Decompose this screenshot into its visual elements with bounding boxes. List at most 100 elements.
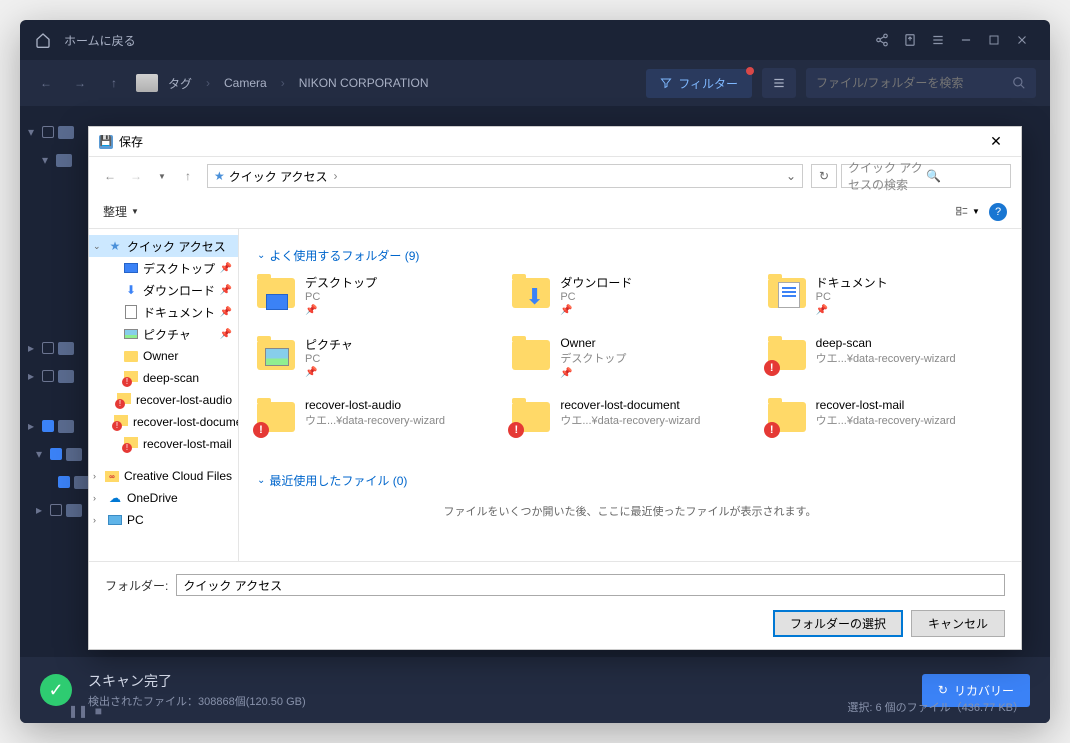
minimize-icon[interactable] (952, 26, 980, 54)
close-icon[interactable] (1008, 26, 1036, 54)
search-input[interactable] (816, 76, 1012, 90)
folder-item[interactable]: !recover-lost-mailウエ...¥data-recovery-wi… (768, 398, 1003, 454)
side-tree: ▾ ▾ ▸ ▸ ▸ ▾ ▸ (20, 106, 90, 657)
cancel-button[interactable]: キャンセル (911, 610, 1005, 637)
filter-indicator-icon (746, 67, 754, 75)
folder-icon: ! (257, 398, 297, 438)
folder-location: ウエ...¥data-recovery-wizard (560, 412, 700, 428)
sidebar-item-label: deep-scan (143, 371, 199, 385)
playback-controls[interactable]: ❚❚ ■ (68, 704, 102, 718)
pin-icon: 📌 (560, 305, 632, 316)
path-tag[interactable]: タグ (168, 75, 192, 92)
dialog-close-button[interactable]: ✕ (981, 133, 1011, 150)
success-icon: ✓ (40, 674, 72, 706)
folder-item[interactable]: デスクトップPC📌 (257, 274, 492, 330)
refresh-button[interactable]: ↻ (811, 164, 837, 188)
tree-checkbox[interactable] (50, 504, 62, 516)
folder-icon: ! (768, 336, 808, 376)
sidebar-item[interactable]: recover-lost-document (89, 411, 238, 433)
folder-icon (58, 342, 74, 355)
up-icon[interactable]: ↑ (177, 165, 199, 187)
sidebar-item[interactable]: ›☁OneDrive (89, 487, 238, 509)
file-search-box[interactable]: クイック アクセスの検索 🔍 (841, 164, 1011, 188)
forward-icon[interactable]: → (125, 165, 147, 187)
sidebar-item[interactable]: deep-scan (89, 367, 238, 389)
view-button[interactable]: ▼ (953, 201, 981, 223)
home-icon[interactable] (34, 31, 52, 49)
folder-item[interactable]: !recover-lost-documentウエ...¥data-recover… (512, 398, 747, 454)
section-recent[interactable]: ⌄最近使用したファイル (0) (257, 472, 1003, 489)
maximize-icon[interactable] (980, 26, 1008, 54)
folder-icon: ⬇ (512, 274, 552, 314)
folder-icon (58, 126, 74, 139)
folder-location: PC (560, 291, 632, 303)
up-icon[interactable]: ↑ (102, 71, 126, 95)
menu-icon[interactable] (924, 26, 952, 54)
pin-icon: 📌 (220, 307, 232, 318)
back-icon[interactable]: ← (99, 165, 121, 187)
sidebar-item[interactable]: ⌄★クイック アクセス (89, 235, 238, 257)
select-folder-button[interactable]: フォルダーの選択 (773, 610, 903, 637)
folder-item[interactable]: ⬇ダウンロードPC📌 (512, 274, 747, 330)
folder-location: PC (305, 291, 377, 303)
search-box[interactable] (806, 68, 1036, 98)
folder-input[interactable] (176, 574, 1005, 596)
sidebar-item-label: PC (127, 513, 144, 527)
folder-item[interactable]: !recover-lost-audioウエ...¥data-recovery-w… (257, 398, 492, 454)
tree-checkbox[interactable] (58, 476, 70, 488)
chevron-down-icon[interactable]: ⌄ (786, 169, 796, 183)
folder-item[interactable]: ドキュメントPC📌 (768, 274, 1003, 330)
filter-button[interactable]: フィルター (646, 69, 752, 98)
folder-name: ドキュメント (816, 274, 888, 291)
back-icon[interactable]: ← (34, 71, 58, 95)
sidebar-item[interactable]: ピクチャ📌 (89, 323, 238, 345)
sidebar-item[interactable]: recover-lost-mail (89, 433, 238, 455)
tree-checkbox[interactable] (42, 370, 54, 382)
sidebar-item[interactable]: ›∞Creative Cloud Files (89, 465, 238, 487)
address-bar[interactable]: ★ クイック アクセス › ⌄ (207, 164, 803, 188)
chevron-right-icon: › (334, 169, 338, 183)
help-button[interactable]: ? (989, 203, 1007, 221)
path-seg2[interactable]: NIKON CORPORATION (299, 76, 429, 90)
folder-icon (768, 274, 808, 314)
section-frequent[interactable]: ⌄よく使用するフォルダー (9) (257, 247, 1003, 264)
sidebar-item[interactable]: recover-lost-audio (89, 389, 238, 411)
sidebar-item-label: ドキュメント (143, 304, 215, 321)
section-recent-label: 最近使用したファイル (0) (269, 472, 407, 489)
folder-item[interactable]: Ownerデスクトップ📌 (512, 336, 747, 392)
sidebar-item[interactable]: ›PC (89, 509, 238, 531)
tree-checkbox[interactable] (42, 420, 54, 432)
share-icon[interactable] (868, 26, 896, 54)
sidebar-item-label: デスクトップ (143, 260, 215, 277)
sidebar-item[interactable]: ⬇ダウンロード📌 (89, 279, 238, 301)
folder-name: デスクトップ (305, 274, 377, 291)
sidebar-item[interactable]: ドキュメント 📌 (89, 301, 238, 323)
history-dropdown-icon[interactable]: ▼ (151, 165, 173, 187)
view-mode-button[interactable] (762, 68, 796, 98)
drive-icon (136, 74, 158, 92)
organize-button[interactable]: 整理 ▼ (103, 203, 139, 220)
sidebar-item-label: OneDrive (127, 491, 178, 505)
pin-icon: 📌 (220, 285, 232, 296)
folder-location: PC (305, 353, 353, 365)
empty-message: ファイルをいくつか開いた後、ここに最近使ったファイルが表示されます。 (257, 503, 1003, 519)
sidebar-item[interactable]: デスクトップ📌 (89, 257, 238, 279)
tree-checkbox[interactable] (50, 448, 62, 460)
forward-icon[interactable]: → (68, 71, 92, 95)
section-frequent-label: よく使用するフォルダー (9) (269, 247, 419, 264)
export-icon[interactable] (896, 26, 924, 54)
folder-item[interactable]: ピクチャPC📌 (257, 336, 492, 392)
path-seg1[interactable]: Camera (224, 76, 267, 90)
tree-checkbox[interactable] (42, 126, 54, 138)
folder-field-label: フォルダー: (105, 577, 168, 594)
file-search-placeholder: クイック アクセスの検索 (848, 159, 926, 193)
home-label[interactable]: ホームに戻る (64, 32, 136, 49)
folder-name: recover-lost-document (560, 398, 700, 412)
folder-location: PC (816, 291, 888, 303)
address-text: クイック アクセス (229, 168, 328, 185)
folder-item[interactable]: !deep-scanウエ...¥data-recovery-wizard (768, 336, 1003, 392)
tree-checkbox[interactable] (42, 342, 54, 354)
sidebar-item[interactable]: Owner (89, 345, 238, 367)
sidebar-item-label: Creative Cloud Files (124, 469, 232, 483)
search-icon: 🔍 (926, 169, 1004, 183)
